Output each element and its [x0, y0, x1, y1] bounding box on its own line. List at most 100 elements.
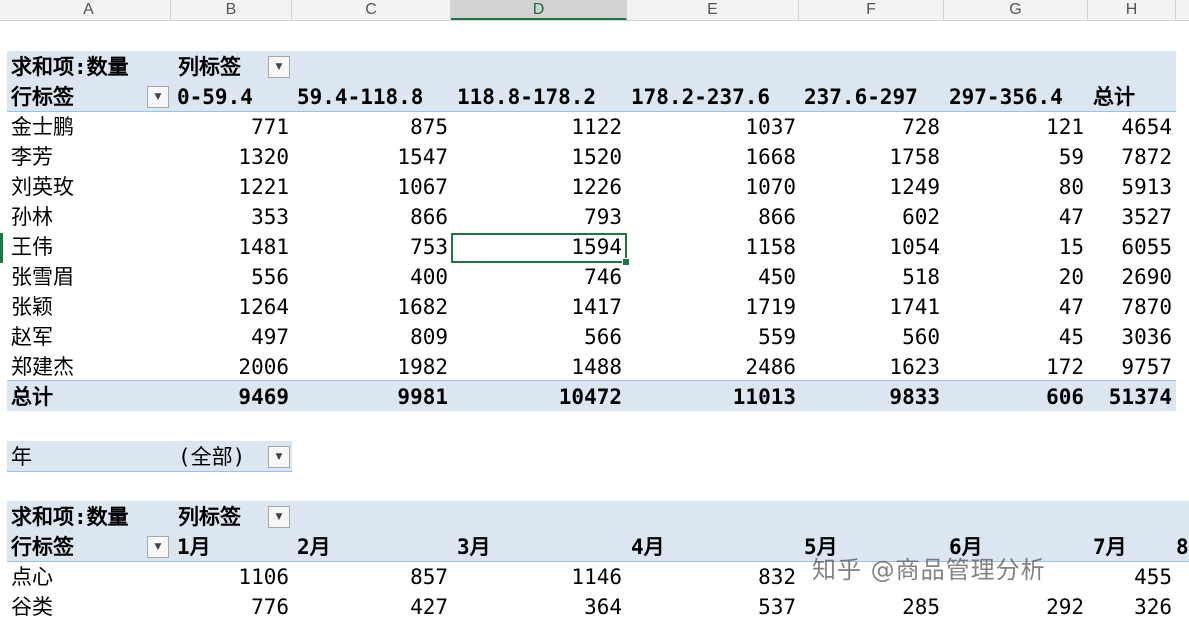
pivot1-column-label: 列标签 — [178, 55, 241, 79]
pivot1-value-label: 求和项:数量 — [11, 55, 129, 79]
pivot1-row-value: 450 — [758, 265, 796, 289]
pivot1-row-value: 1719 — [745, 295, 796, 319]
pivot1-row-value: 3036 — [1121, 325, 1172, 349]
pivot1-row-value: 5913 — [1121, 175, 1172, 199]
column-header-c[interactable]: C — [292, 0, 451, 20]
pivot1-row-value: 1037 — [745, 115, 796, 139]
pivot2-row-value: 364 — [584, 595, 622, 619]
pivot2-col-header: 2月 — [297, 535, 331, 559]
pivot1-row-value: 753 — [410, 235, 448, 259]
pivot1-row-value: 1417 — [571, 295, 622, 319]
pivot1-row-value: 1264 — [238, 295, 289, 319]
pivot2-row-value: 857 — [410, 565, 448, 589]
pivot1-total-value: 10472 — [558, 385, 622, 409]
report-filter-button[interactable]: ▼ — [268, 446, 290, 468]
pivot1-row-value: 809 — [410, 325, 448, 349]
pivot2-row-name: 谷类 — [11, 595, 53, 619]
pivot2-row-value: 537 — [758, 595, 796, 619]
pivot1-row-name: 李芳 — [11, 145, 53, 169]
pivot1-row-value: 602 — [902, 205, 940, 229]
dropdown-arrow-icon: ▼ — [275, 62, 283, 72]
pivot1-row-filter-button[interactable]: ▼ — [147, 86, 169, 108]
pivot1-row-value: 1982 — [397, 355, 448, 379]
pivot2-col-header: 4月 — [631, 535, 665, 559]
pivot2-row-label: 行标签 — [11, 535, 74, 559]
pivot1-total-name: 总计 — [11, 385, 53, 409]
dropdown-arrow-icon: ▼ — [154, 92, 162, 102]
pivot1-total-value: 9469 — [238, 385, 289, 409]
pivot1-total-value: 9981 — [397, 385, 448, 409]
pivot1-row-value: 1054 — [889, 235, 940, 259]
pivot2-value-label: 求和项:数量 — [11, 505, 129, 529]
column-header-f[interactable]: F — [799, 0, 944, 20]
column-header-a[interactable]: A — [7, 0, 171, 20]
pivot1-col-header: 178.2-237.6 — [631, 85, 771, 109]
pivot1-row-value: 1668 — [745, 145, 796, 169]
pivot2-row-value: 1146 — [571, 565, 622, 589]
pivot1-row-value: 2006 — [238, 355, 289, 379]
dropdown-arrow-icon: ▼ — [275, 512, 283, 522]
pivot2-col-header: 3月 — [457, 535, 491, 559]
pivot1-row-value: 1520 — [571, 145, 622, 169]
pivot1-row-name: 张雪眉 — [11, 265, 74, 289]
pivot1-row-value: 560 — [902, 325, 940, 349]
watermark-text: 知乎 @商品管理分析 — [812, 556, 1046, 584]
fill-handle[interactable] — [622, 258, 630, 266]
column-header-b[interactable]: B — [171, 0, 292, 20]
report-filter-value: (全部) — [178, 445, 246, 469]
pivot1-row-value: 1122 — [571, 115, 622, 139]
pivot1-row-value: 866 — [758, 205, 796, 229]
pivot1-row-value: 875 — [410, 115, 448, 139]
pivot1-col-header: 237.6-297 — [804, 85, 918, 109]
column-header-bar: A B C D E F G H — [0, 0, 1189, 21]
report-filter-band — [7, 441, 292, 471]
pivot1-row-value: 793 — [584, 205, 622, 229]
pivot1-row-value: 6055 — [1121, 235, 1172, 259]
column-header-e[interactable]: E — [627, 0, 799, 20]
pivot1-row-value: 1741 — [889, 295, 940, 319]
pivot1-row-name: 金士鹏 — [11, 115, 74, 139]
column-header-d[interactable]: D — [451, 0, 627, 20]
pivot2-row-value: 832 — [758, 565, 796, 589]
pivot2-row-value: 455 — [1134, 565, 1172, 589]
column-header-h[interactable]: H — [1088, 0, 1176, 20]
pivot1-total-value: 51374 — [1108, 385, 1172, 409]
pivot1-row-value: 1249 — [889, 175, 940, 199]
pivot1-row-value: 497 — [251, 325, 289, 349]
pivot1-row-value: 866 — [410, 205, 448, 229]
pivot1-row-value: 1758 — [889, 145, 940, 169]
pivot1-row-value: 728 — [902, 115, 940, 139]
pivot2-row-name: 点心 — [11, 565, 53, 589]
pivot1-row-value: 400 — [410, 265, 448, 289]
pivot1-row-label: 行标签 — [11, 85, 74, 109]
pivot1-row-value: 771 — [251, 115, 289, 139]
pivot2-row-filter-button[interactable]: ▼ — [147, 536, 169, 558]
pivot1-row-value: 1547 — [397, 145, 448, 169]
pivot2-column-label: 列标签 — [178, 505, 241, 529]
pivot1-row-value: 4654 — [1121, 115, 1172, 139]
pivot2-col-header: 8 — [1176, 535, 1189, 559]
pivot1-total-line — [7, 380, 1176, 381]
active-cell-selection[interactable] — [451, 233, 630, 266]
pivot2-row-value: 326 — [1134, 595, 1172, 619]
pivot1-col-header: 总计 — [1093, 85, 1135, 109]
pivot1-row-value: 9757 — [1121, 355, 1172, 379]
pivot1-row-name: 郑建杰 — [11, 355, 74, 379]
column-header-g[interactable]: G — [944, 0, 1088, 20]
dropdown-arrow-icon: ▼ — [154, 542, 162, 552]
pivot1-row-name: 孙林 — [11, 205, 53, 229]
pivot1-row-value: 3527 — [1121, 205, 1172, 229]
pivot1-column-filter-button[interactable]: ▼ — [268, 56, 290, 78]
pivot1-row-name: 刘英玫 — [11, 175, 74, 199]
pivot1-row-value: 566 — [584, 325, 622, 349]
pivot1-row-value: 2486 — [745, 355, 796, 379]
pivot1-total-value: 11013 — [732, 385, 796, 409]
pivot1-row-value: 559 — [758, 325, 796, 349]
pivot2-row-value: 1106 — [238, 565, 289, 589]
pivot1-col-header: 59.4-118.8 — [297, 85, 424, 109]
pivot1-row-value: 518 — [902, 265, 940, 289]
pivot1-col-header: 118.8-178.2 — [457, 85, 597, 109]
selected-row-marker — [0, 233, 3, 263]
pivot2-column-filter-button[interactable]: ▼ — [268, 506, 290, 528]
pivot1-row-value: 2690 — [1121, 265, 1172, 289]
